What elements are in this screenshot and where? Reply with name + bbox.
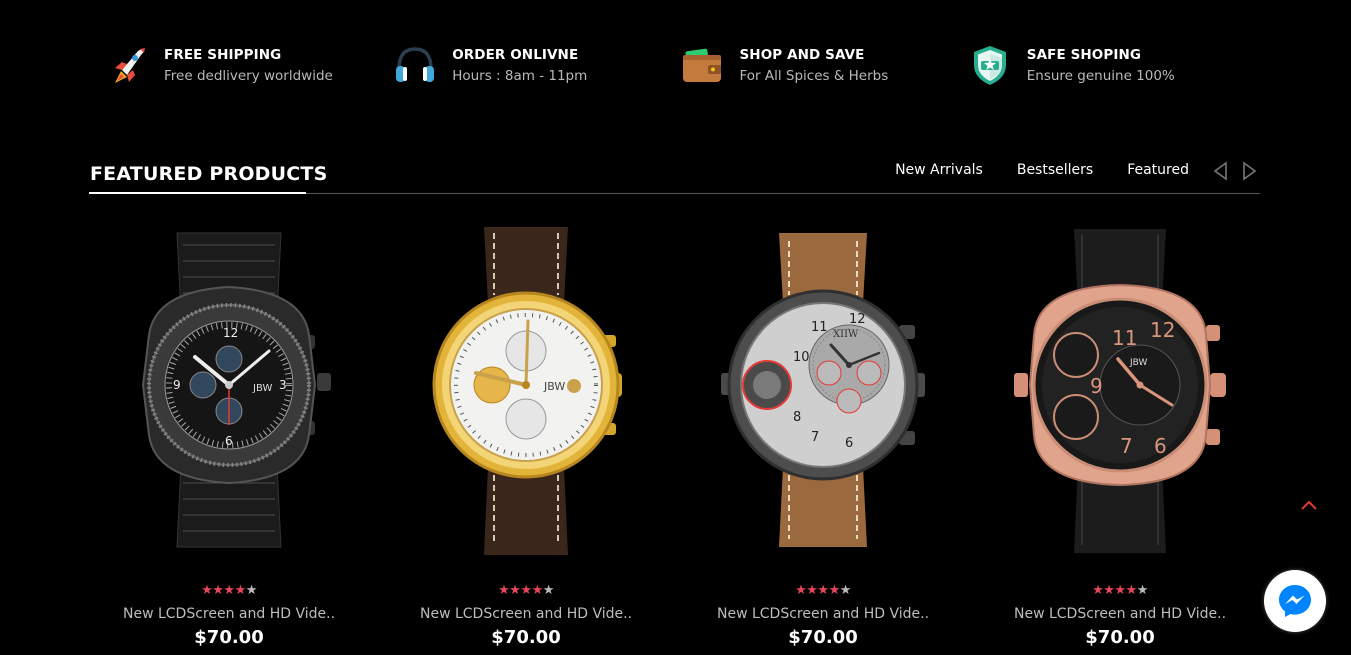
svg-text:7: 7: [811, 430, 819, 445]
product-card[interactable]: JBW 11 12 9 7 6 ★★★★★ New LCDScreen and …: [980, 222, 1260, 655]
tab-new-arrivals[interactable]: New Arrivals: [895, 162, 983, 178]
product-image-gold-watch[interactable]: JBW: [386, 222, 666, 557]
messenger-icon: [1279, 585, 1311, 617]
feature-free-shipping: FREE SHIPPING Free dedlivery worldwide: [104, 40, 392, 90]
feature-title: FREE SHIPPING: [164, 46, 282, 63]
product-name[interactable]: New LCDScreen and HD Vide..: [386, 606, 666, 622]
feature-subtitle: Hours : 8am - 11pm: [452, 67, 588, 84]
feature-title: SAFE SHOPING: [1026, 46, 1142, 63]
prev-arrow-icon[interactable]: [1210, 160, 1230, 182]
product-card[interactable]: JBW 12 3 6 9 ★★★★★ New LCDScreen and HD …: [89, 222, 369, 655]
product-name[interactable]: New LCDScreen and HD Vide..: [683, 606, 963, 622]
carousel-arrows: [1200, 160, 1260, 182]
rating-stars: ★★★★★: [201, 583, 257, 598]
chevron-up-icon: [1301, 500, 1317, 510]
messenger-chat-button[interactable]: [1264, 570, 1326, 632]
section-title-underline: [89, 192, 306, 194]
svg-text:8: 8: [793, 410, 801, 425]
next-arrow-icon[interactable]: [1240, 160, 1260, 182]
feature-subtitle: Free dedlivery worldwide: [164, 67, 333, 84]
tab-bestsellers[interactable]: Bestsellers: [1017, 162, 1093, 178]
svg-text:12: 12: [849, 312, 866, 327]
feature-title: ORDER ONLIVNE: [452, 46, 579, 63]
svg-text:6: 6: [1154, 434, 1167, 458]
product-card[interactable]: XIIW 11 12 10 8 7 6 ★★★★★ New LCDScreen …: [683, 222, 963, 655]
svg-text:XIIW: XIIW: [833, 329, 859, 340]
product-card[interactable]: JBW ★★★★★ New LCDScreen and HD Vide.. $7…: [386, 222, 666, 655]
svg-text:9: 9: [1090, 374, 1103, 398]
feature-title: SHOP AND SAVE: [739, 46, 865, 63]
product-price: $70.00: [1085, 627, 1155, 648]
product-grid: JBW 12 3 6 9 ★★★★★ New LCDScreen and HD …: [89, 222, 1260, 655]
feature-safe-shopping: SAFE SHOPING Ensure genuine 100%: [967, 40, 1254, 90]
product-image-black-watch[interactable]: JBW 12 3 6 9: [89, 222, 369, 557]
svg-text:JBW: JBW: [1129, 358, 1148, 368]
svg-text:6: 6: [225, 434, 233, 448]
product-image-gunmetal-watch[interactable]: XIIW 11 12 10 8 7 6: [683, 222, 963, 557]
product-image-rose-gold-watch[interactable]: JBW 11 12 9 7 6: [980, 222, 1260, 557]
svg-text:3: 3: [279, 378, 287, 392]
product-tabs: New Arrivals Bestsellers Featured: [861, 162, 1189, 178]
svg-text:12: 12: [223, 326, 238, 340]
tab-featured[interactable]: Featured: [1127, 162, 1189, 178]
section-title: FEATURED PRODUCTS: [90, 163, 328, 185]
svg-text:JBW: JBW: [543, 380, 565, 393]
rocket-icon: [104, 42, 150, 88]
svg-text:JBW: JBW: [252, 383, 272, 394]
shield-icon: [967, 42, 1013, 88]
product-price: $70.00: [194, 627, 264, 648]
svg-text:11: 11: [1112, 326, 1137, 350]
svg-text:12: 12: [1150, 318, 1175, 342]
back-to-top-button[interactable]: [1298, 495, 1320, 515]
product-name[interactable]: New LCDScreen and HD Vide..: [980, 606, 1260, 622]
features-strip: FREE SHIPPING Free dedlivery worldwide O…: [104, 40, 1254, 90]
headphones-icon: [392, 42, 438, 88]
feature-shop-and-save: SHOP AND SAVE For All Spices & Herbs: [679, 40, 966, 90]
svg-text:10: 10: [793, 350, 810, 365]
product-price: $70.00: [788, 627, 858, 648]
feature-order-online: ORDER ONLIVNE Hours : 8am - 11pm: [392, 40, 679, 90]
rating-stars: ★★★★★: [498, 583, 554, 598]
svg-text:7: 7: [1120, 434, 1133, 458]
svg-text:6: 6: [845, 436, 853, 451]
featured-products-header: FEATURED PRODUCTS New Arrivals Bestselle…: [89, 158, 1260, 194]
product-name[interactable]: New LCDScreen and HD Vide..: [89, 606, 369, 622]
rating-stars: ★★★★★: [795, 583, 851, 598]
product-price: $70.00: [491, 627, 561, 648]
wallet-icon: [679, 42, 725, 88]
svg-text:11: 11: [811, 320, 828, 335]
feature-subtitle: Ensure genuine 100%: [1026, 67, 1175, 84]
svg-text:9: 9: [173, 378, 181, 392]
rating-stars: ★★★★★: [1092, 583, 1148, 598]
feature-subtitle: For All Spices & Herbs: [739, 67, 889, 84]
